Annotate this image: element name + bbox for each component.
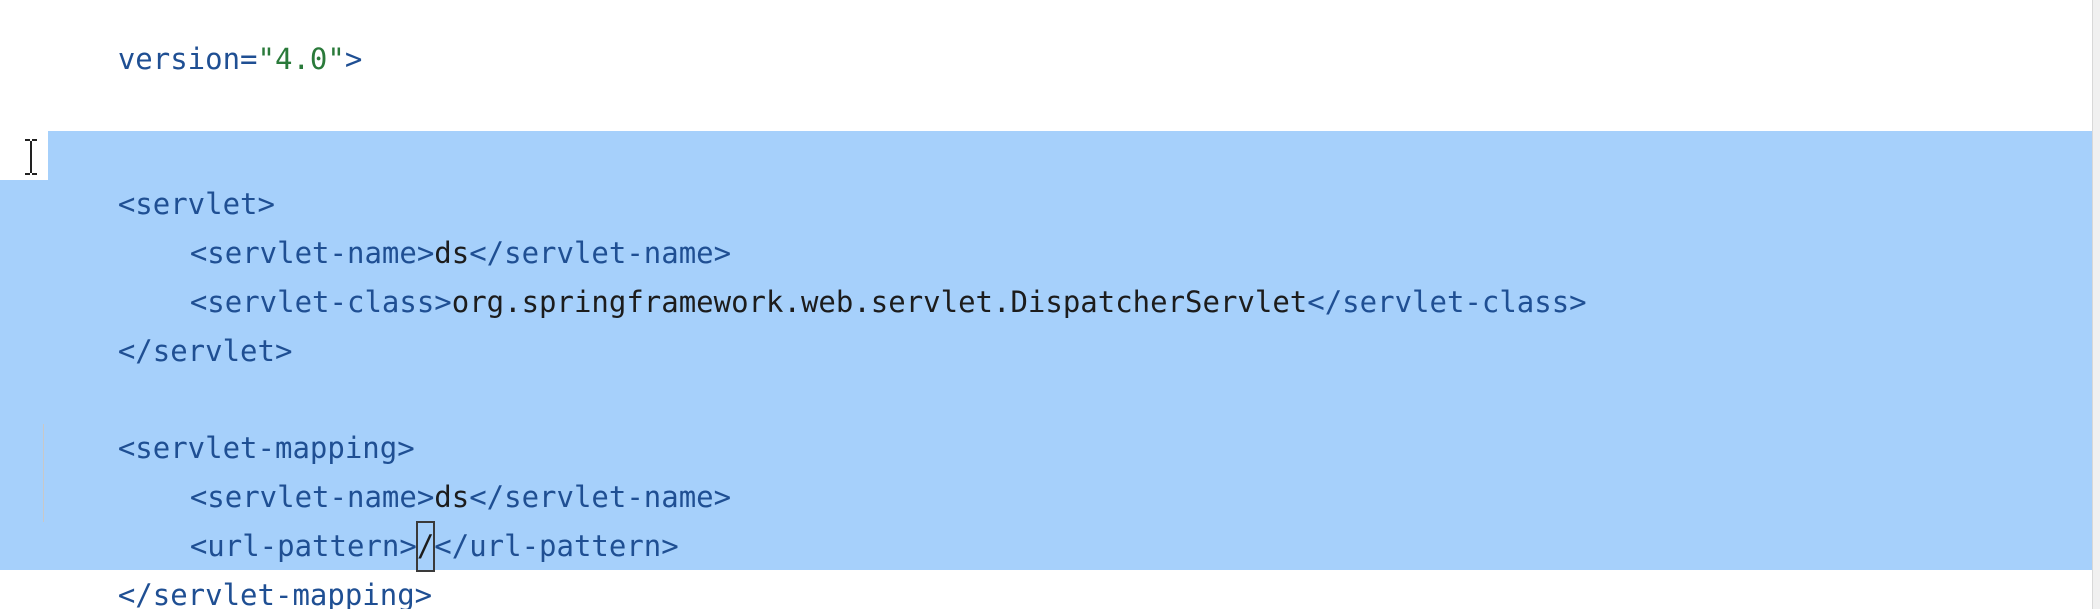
code-line-servlet-class[interactable]: <servlet-class>org.springframework.web.s… bbox=[48, 229, 1587, 319]
xml-attribute-value: "4.0" bbox=[257, 42, 345, 76]
code-line-servlet-close[interactable]: </servlet> bbox=[48, 278, 293, 368]
xml-attribute-name: version= bbox=[117, 42, 258, 76]
xml-text: org.springframework.web.servlet.Dispatch… bbox=[451, 285, 1308, 319]
indent-guide bbox=[43, 424, 44, 522]
vertical-scrollbar[interactable] bbox=[2092, 0, 2100, 609]
code-line-servlet-open[interactable]: <servlet> bbox=[48, 131, 275, 221]
xml-tag: </servlet-class> bbox=[1307, 285, 1587, 319]
ibeam-cursor-icon bbox=[25, 139, 37, 175]
xml-tag: </servlet> bbox=[117, 334, 293, 368]
code-line-servlet-name[interactable]: <servlet-name>ds</servlet-name> bbox=[48, 180, 731, 270]
code-line-url-pattern[interactable]: <url-pattern>/</url-pattern> bbox=[48, 473, 679, 572]
code-line-mapping-close[interactable]: </servlet-mapping> bbox=[48, 522, 432, 609]
code-line-version[interactable]: version="4.0"> bbox=[48, 0, 362, 76]
xml-tag-end: > bbox=[344, 42, 363, 76]
code-line-mapping-name[interactable]: <servlet-name>ds</servlet-name> bbox=[48, 424, 731, 514]
code-editor[interactable]: version="4.0"> <servlet> <servlet-name>d… bbox=[0, 0, 2100, 609]
xml-tag: </servlet-mapping> bbox=[117, 578, 433, 609]
code-line-mapping-open[interactable]: <servlet-mapping> bbox=[48, 375, 415, 465]
xml-tag: </url-pattern> bbox=[434, 529, 679, 563]
